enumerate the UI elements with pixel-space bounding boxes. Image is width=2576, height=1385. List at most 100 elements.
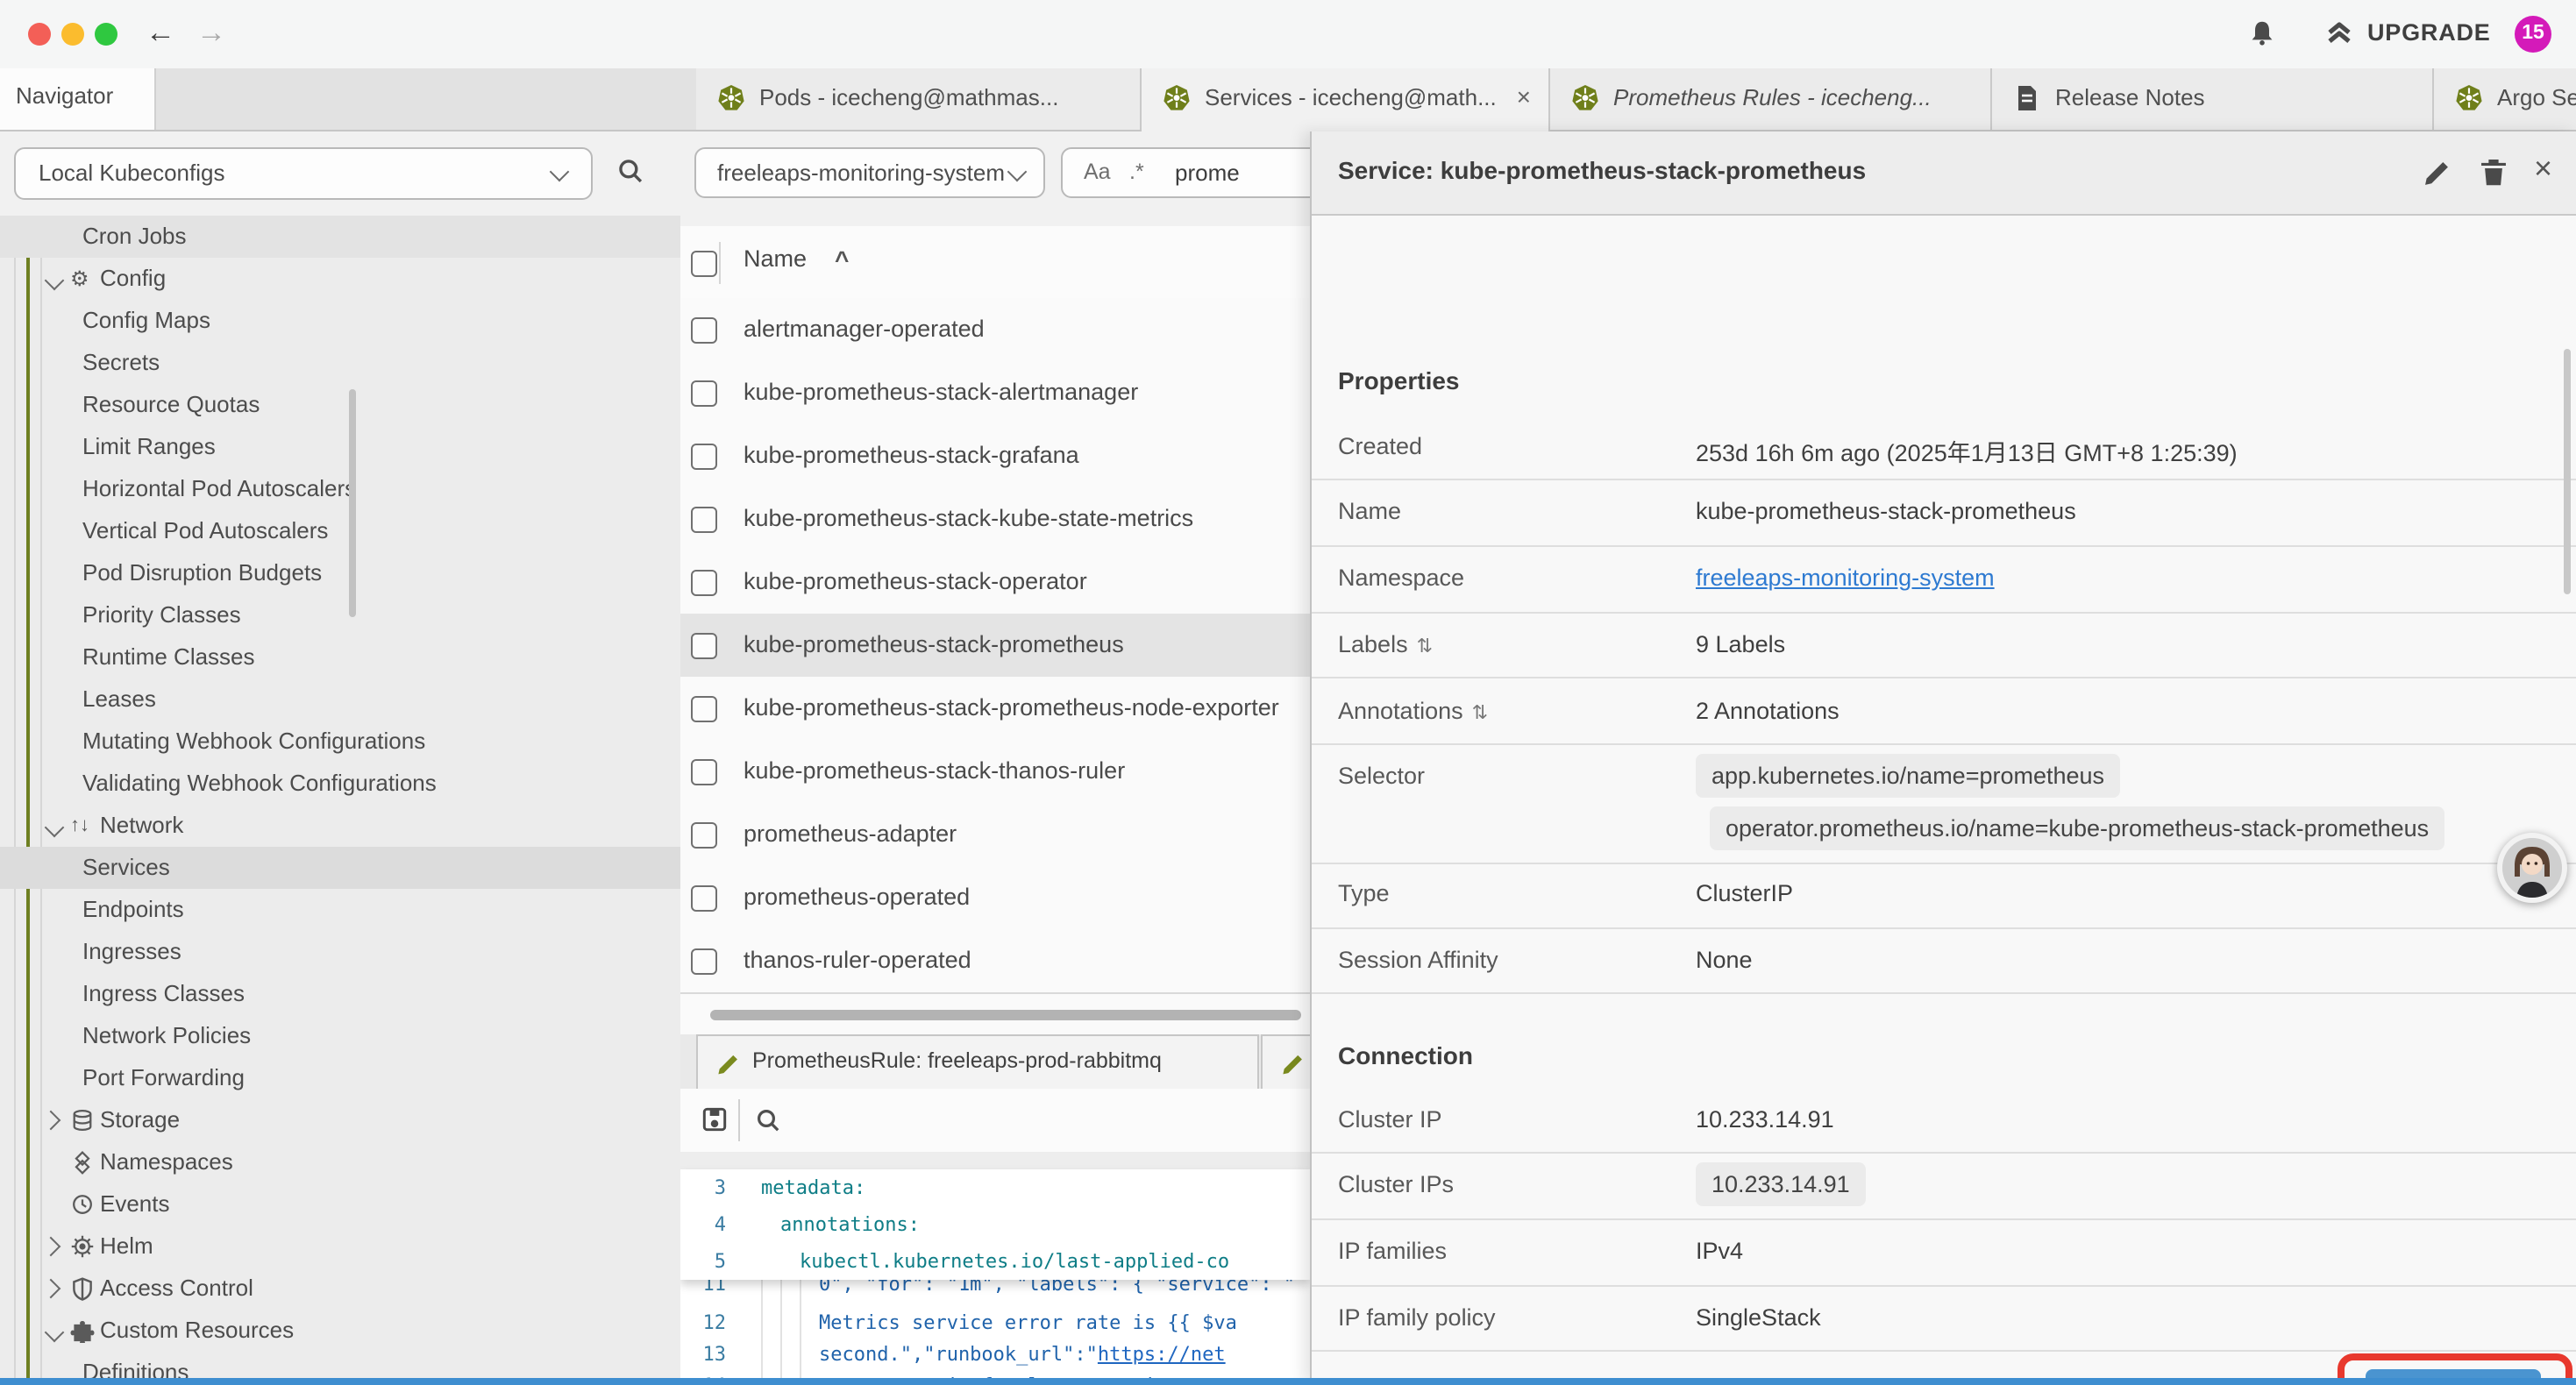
sort-icon[interactable]: ⇅	[1417, 636, 1433, 657]
sidebar-item-network[interactable]: ↑↓Network	[0, 805, 680, 847]
row-checkbox[interactable]	[691, 444, 717, 470]
sidebar-item-network-policies[interactable]: Network Policies	[0, 1015, 680, 1057]
tab-pods[interactable]: Pods - icecheng@mathmas...	[696, 68, 1142, 130]
row-checkbox[interactable]	[691, 570, 717, 596]
sidebar-item-validating-webhook-configurations[interactable]: Validating Webhook Configurations	[0, 763, 680, 805]
name-column-header[interactable]: Name	[744, 245, 807, 272]
sidebar-item-priority-classes[interactable]: Priority Classes	[0, 594, 680, 636]
notification-badge[interactable]: 15	[2515, 16, 2551, 53]
sidebar-item-services[interactable]: Services	[0, 847, 680, 889]
sidebar-item-pod-disruption-budgets[interactable]: Pod Disruption Budgets	[0, 552, 680, 594]
sidebar-item-storage[interactable]: Storage	[0, 1099, 680, 1141]
sidebar-item-label: Services	[82, 847, 170, 889]
editor-tab-partial[interactable]	[1261, 1034, 1310, 1089]
property-label: Session Affinity	[1338, 947, 1498, 973]
property-label: Type	[1338, 880, 1390, 906]
sidebar-item-config-maps[interactable]: Config Maps	[0, 300, 680, 342]
sidebar-item-secrets[interactable]: Secrets	[0, 342, 680, 384]
sidebar-item-endpoints[interactable]: Endpoints	[0, 889, 680, 931]
sidebar-item-ingresses[interactable]: Ingresses	[0, 931, 680, 973]
sidebar-item-mutating-webhook-configurations[interactable]: Mutating Webhook Configurations	[0, 721, 680, 763]
sidebar-item-custom-resources[interactable]: Custom Resources	[0, 1310, 680, 1352]
table-row[interactable]: kube-prometheus-stack-thanos-ruler	[680, 740, 1310, 805]
row-checkbox[interactable]	[691, 633, 717, 659]
namespace-select[interactable]: freeleaps-monitoring-system	[694, 147, 1045, 198]
divider	[1312, 612, 2576, 614]
table-row[interactable]: prometheus-adapter	[680, 803, 1310, 868]
namespace-link[interactable]: freeleaps-monitoring-system	[1696, 565, 1995, 591]
avatar[interactable]	[2497, 833, 2567, 903]
search-icon[interactable]	[754, 1106, 782, 1134]
sidebar-item-vertical-pod-autoscalers[interactable]: Vertical Pod Autoscalers	[0, 510, 680, 552]
bell-icon[interactable]	[2248, 19, 2276, 47]
sort-ascending-icon[interactable]: ^	[835, 245, 849, 273]
table-row[interactable]: kube-prometheus-stack-prometheus-node-ex…	[680, 677, 1310, 742]
table-row[interactable]: kube-prometheus-stack-grafana	[680, 424, 1310, 489]
navigator-tab[interactable]: Navigator	[0, 68, 156, 130]
editor-tab-prometheusrule[interactable]: PrometheusRule: freeleaps-prod-rabbitmq	[696, 1034, 1259, 1089]
close-icon[interactable]: ×	[2534, 151, 2552, 188]
back-arrow-icon[interactable]: ←	[146, 14, 175, 53]
divider	[1312, 863, 2576, 864]
trash-icon[interactable]	[2478, 156, 2509, 188]
upgrade-chevrons-icon[interactable]	[2325, 19, 2353, 47]
tab-release-notes[interactable]: Release Notes	[1992, 68, 2434, 130]
search-icon[interactable]	[616, 156, 645, 186]
sort-icon[interactable]: ⇅	[1472, 703, 1488, 724]
sidebar-item-resource-quotas[interactable]: Resource Quotas	[0, 384, 680, 426]
save-icon[interactable]	[700, 1104, 729, 1134]
row-checkbox[interactable]	[691, 507, 717, 533]
match-case-toggle[interactable]: Aa	[1084, 160, 1111, 184]
row-checkbox[interactable]	[691, 759, 717, 785]
table-row[interactable]: prometheus-operated	[680, 866, 1310, 931]
code-link[interactable]: https://net	[1098, 1343, 1226, 1366]
sidebar-item-events[interactable]: Events	[0, 1183, 680, 1225]
row-checkbox[interactable]	[691, 822, 717, 849]
resource-list-pane: freeleaps-monitoring-system Aa .* prome …	[680, 131, 1310, 1385]
search-input[interactable]: Aa .* prome	[1061, 147, 1310, 198]
sidebar-item-config[interactable]: ⚙Config	[0, 258, 680, 300]
tab-prometheus-rules[interactable]: Prometheus Rules - icecheng...	[1550, 68, 1992, 130]
tab-services[interactable]: Services - icecheng@math... ×	[1142, 68, 1550, 131]
sidebar-item-namespaces[interactable]: Namespaces	[0, 1141, 680, 1183]
row-checkbox[interactable]	[691, 380, 717, 407]
table-row[interactable]: kube-prometheus-stack-alertmanager	[680, 361, 1310, 426]
row-checkbox[interactable]	[691, 696, 717, 722]
sidebar-item-limit-ranges[interactable]: Limit Ranges	[0, 426, 680, 468]
sidebar-item-cron-jobs[interactable]: Cron Jobs	[0, 216, 680, 258]
forward-arrow-icon[interactable]: →	[196, 14, 226, 53]
edit-pencil-icon[interactable]	[2422, 156, 2453, 188]
regex-toggle[interactable]: .*	[1129, 160, 1144, 184]
table-row[interactable]: kube-prometheus-stack-kube-state-metrics	[680, 487, 1310, 552]
sidebar-item-runtime-classes[interactable]: Runtime Classes	[0, 636, 680, 678]
sidebar-item-port-forwarding[interactable]: Port Forwarding	[0, 1057, 680, 1099]
service-name: prometheus-adapter	[744, 803, 957, 866]
sidebar-item-leases[interactable]: Leases	[0, 678, 680, 721]
tab-close-icon[interactable]: ×	[1517, 82, 1531, 110]
table-row[interactable]: thanos-ruler-operated	[680, 929, 1310, 994]
yaml-editor[interactable]: 3metadata: 4annotations: 5kubectl.kubern…	[680, 1169, 1310, 1385]
table-row[interactable]: alertmanager-operated	[680, 298, 1310, 363]
sidebar-item-label: Runtime Classes	[82, 636, 255, 678]
sidebar-scrollbar-thumb[interactable]	[349, 389, 356, 617]
tab-argo[interactable]: Argo Se	[2434, 68, 2576, 130]
sidebar-item-horizontal-pod-autoscalers[interactable]: Horizontal Pod Autoscalers	[0, 468, 680, 510]
sidebar-item-ingress-classes[interactable]: Ingress Classes	[0, 973, 680, 1015]
table-row[interactable]: kube-prometheus-stack-operator	[680, 550, 1310, 615]
horizontal-scrollbar-thumb[interactable]	[710, 1010, 1301, 1020]
sidebar-item-access-control[interactable]: Access Control	[0, 1268, 680, 1310]
row-checkbox[interactable]	[691, 885, 717, 912]
sidebar-item-helm[interactable]: Helm	[0, 1225, 680, 1268]
upgrade-label[interactable]: UPGRADE	[2367, 19, 2491, 46]
panel-scrollbar-thumb[interactable]	[2564, 349, 2571, 594]
window-zoom-button[interactable]	[95, 23, 117, 46]
window-close-button[interactable]	[28, 23, 51, 46]
select-all-checkbox[interactable]	[691, 251, 717, 277]
sidebar-item-label: Port Forwarding	[82, 1057, 245, 1099]
window-minimize-button[interactable]	[61, 23, 84, 46]
property-label: Selector	[1338, 763, 1425, 789]
kubeconfig-select[interactable]: Local Kubeconfigs	[14, 147, 593, 200]
table-row-selected[interactable]: kube-prometheus-stack-prometheus	[680, 614, 1310, 678]
row-checkbox[interactable]	[691, 317, 717, 344]
row-checkbox[interactable]	[691, 948, 717, 975]
